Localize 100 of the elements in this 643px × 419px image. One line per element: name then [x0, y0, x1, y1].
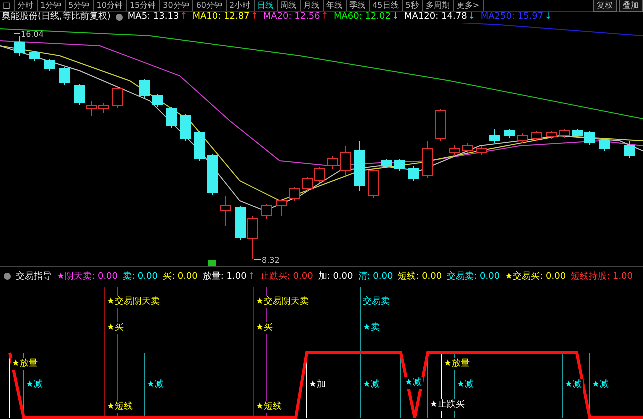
signal-label: ★买 — [106, 322, 126, 334]
period-tab[interactable]: 1分钟 — [38, 0, 66, 11]
indicator-value: 卖: 0.00 — [123, 270, 158, 282]
candlestick — [560, 128, 570, 138]
indicator-value: 放量: 1.00↑ — [202, 270, 256, 282]
signal-line — [562, 352, 564, 418]
candlestick — [546, 130, 558, 140]
candlestick — [262, 204, 272, 220]
candlestick — [194, 130, 206, 162]
indicator-value: 清: 0.00 — [358, 270, 394, 282]
signal-label: ★减 — [362, 379, 382, 391]
candlestick — [14, 36, 26, 56]
signal-label: ★放量 — [443, 358, 472, 370]
period-tab[interactable]: 10分钟 — [94, 0, 127, 11]
trend-arrow: ↑ — [321, 12, 329, 22]
signal-label: ★减 — [564, 379, 584, 391]
toolbar-button[interactable]: 复权 — [593, 0, 617, 12]
period-tab[interactable]: 60分钟 — [193, 0, 226, 11]
ma-value: MA250: 15.97 — [480, 12, 544, 22]
indicator-value: 短线持股: 1.00 — [571, 270, 634, 282]
low-price-label: 8.32 — [262, 256, 280, 265]
candlestick — [208, 154, 218, 196]
toolbar-button[interactable]: 叠加 — [619, 0, 643, 12]
signal-label: 交易卖 — [362, 296, 391, 308]
signal-label: ★交易阴天卖 — [255, 296, 310, 308]
chart-title: 奥能股份(日线,等比前复权) — [2, 12, 111, 23]
candlestick — [44, 58, 56, 72]
candlestick — [30, 50, 40, 62]
signal-label: ★减 — [25, 379, 44, 391]
period-tab[interactable]: 季线 — [346, 0, 370, 11]
signal-label: ★减 — [404, 377, 424, 389]
ex-rights-marker-icon — [208, 260, 216, 266]
candlestick — [236, 206, 246, 240]
candlestick — [152, 94, 164, 108]
period-tab[interactable]: 30分钟 — [160, 0, 194, 11]
signal-label: ★短线 — [255, 401, 284, 413]
period-tab[interactable]: 5分钟 — [66, 0, 94, 11]
period-tab[interactable]: 2小时 — [226, 0, 255, 11]
signal-label: ★加 — [308, 379, 328, 391]
candlestick — [476, 146, 488, 156]
candlestick — [112, 86, 124, 108]
candlestick — [180, 114, 192, 142]
trend-arrow: ↓ — [468, 12, 476, 22]
candlestick — [394, 158, 406, 172]
candlestick — [248, 216, 258, 260]
candlestick — [504, 128, 516, 138]
candlestick — [462, 142, 474, 154]
indicator-value: 止跌买: 0.00 — [260, 270, 314, 282]
period-tab[interactable]: 日线 — [254, 0, 278, 11]
period-tab[interactable]: 15分钟 — [126, 0, 160, 11]
candlestick — [422, 140, 434, 178]
candlestick — [140, 78, 150, 98]
candlestick — [166, 106, 178, 128]
trend-arrow: ↓ — [544, 12, 552, 22]
candlestick — [532, 130, 542, 142]
candlestick — [436, 108, 446, 142]
period-tab[interactable]: 45日线 — [370, 0, 403, 11]
period-tab[interactable]: □ — [0, 0, 15, 11]
ma-value: MA120: 14.78 — [404, 12, 468, 22]
candlestick — [518, 132, 528, 144]
signal-label: ★买 — [255, 322, 274, 334]
period-tab[interactable]: 5秒 — [402, 0, 423, 11]
candlestick — [340, 146, 352, 176]
indicator-value: 交易卖: 0.00 — [447, 270, 500, 282]
indicator-title: 交易指导 — [16, 270, 52, 282]
candlestick — [624, 140, 636, 158]
signal-label: ★减 — [146, 379, 166, 391]
candlestick — [328, 156, 338, 170]
ma-value: MA20: 12.56 — [263, 12, 320, 22]
settings-dot-icon[interactable] — [4, 272, 11, 280]
indicator-value: 买: 0.00 — [162, 270, 198, 282]
trend-arrow: ↑ — [180, 12, 188, 22]
candlestick — [600, 138, 610, 152]
indicator-value: ★阴天卖: 0.00 — [57, 270, 118, 282]
trend-arrow: ↓ — [392, 12, 400, 22]
indicator-value: 加: 0.00 — [318, 270, 354, 282]
period-tab[interactable]: 月线 — [300, 0, 324, 11]
ma-value: MA5: 13.13 — [128, 12, 180, 22]
period-tab[interactable]: 周线 — [278, 0, 301, 11]
indicator-value: ★交易买: 0.00 — [505, 270, 566, 282]
signal-label: ★放量 — [11, 358, 40, 370]
signal-label: ★短线 — [106, 401, 134, 413]
candlestick — [74, 84, 86, 106]
candlestick — [450, 144, 460, 156]
candlestick — [276, 198, 288, 216]
candlestick — [382, 158, 392, 168]
candlestick — [354, 140, 366, 192]
signal-label: ★减 — [591, 379, 610, 391]
period-tab[interactable]: 多周期 — [422, 0, 454, 11]
period-tab[interactable]: 更多> — [454, 0, 484, 11]
candlestick — [290, 186, 300, 202]
ma-value: MA60: 12.02 — [334, 12, 391, 22]
period-tab[interactable]: 分时 — [14, 0, 38, 11]
period-tab[interactable]: 年线 — [324, 0, 347, 11]
candlestick — [490, 128, 500, 144]
signal-line — [144, 352, 146, 418]
high-price-label: 16.04 — [21, 30, 44, 39]
candlestick — [408, 166, 420, 182]
settings-dot-icon[interactable] — [116, 14, 123, 21]
signal-label: ★交易阴天卖 — [106, 296, 162, 308]
